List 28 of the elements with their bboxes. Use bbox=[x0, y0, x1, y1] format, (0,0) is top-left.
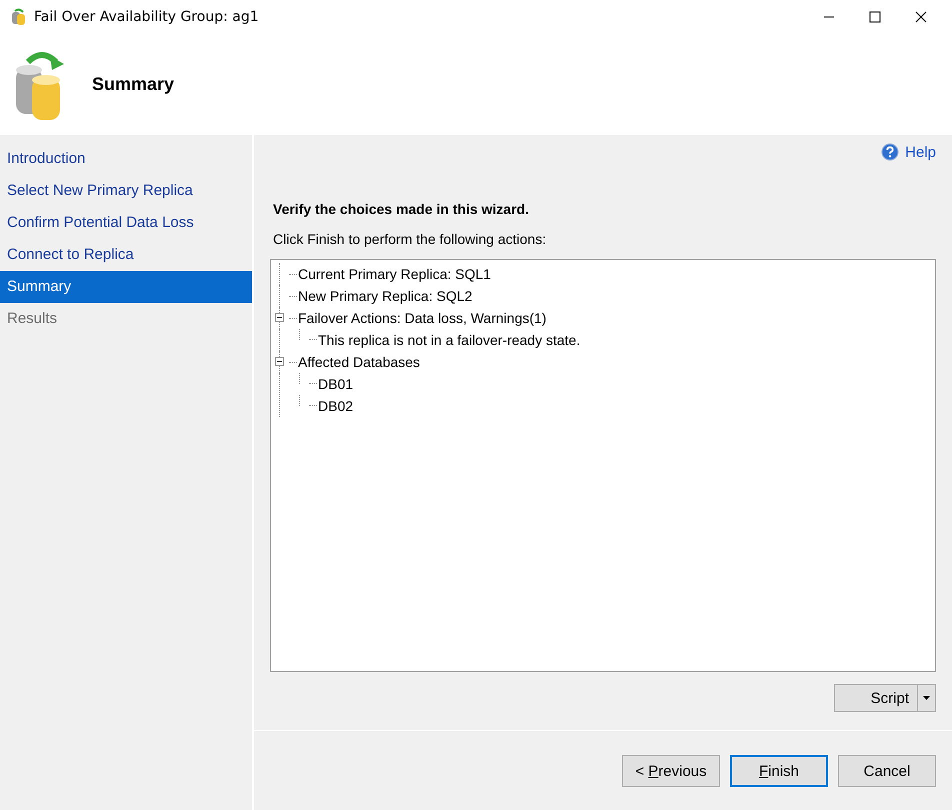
caret-icon bbox=[923, 696, 930, 700]
wizard-button[interactable]: Cancel bbox=[838, 755, 936, 787]
sidebar-item[interactable]: Confirm Potential Data Loss bbox=[0, 207, 252, 239]
tree-item[interactable]: DB02 bbox=[317, 398, 354, 414]
expander-icon[interactable] bbox=[275, 357, 284, 366]
sidebar-item[interactable]: Connect to Replica bbox=[0, 239, 252, 271]
sidebar-item[interactable]: Introduction bbox=[0, 143, 252, 175]
database-icon bbox=[10, 8, 28, 26]
section-heading: Verify the choices made in this wizard. bbox=[272, 201, 530, 217]
help-icon bbox=[881, 143, 900, 161]
tree-item[interactable]: Affected Databases bbox=[297, 354, 420, 370]
wizard-button[interactable]: < Previous bbox=[622, 755, 720, 787]
instruction-text: Click Finish to perform the following actions: bbox=[272, 231, 548, 247]
window-title: Fail Over Availability Group: ag1 bbox=[34, 9, 259, 25]
script-button[interactable]: Script bbox=[834, 684, 936, 712]
maximize-icon[interactable] bbox=[869, 11, 881, 23]
help-link[interactable]: Help bbox=[881, 143, 936, 161]
tree-item[interactable]: This replica is not in a failover-ready state. bbox=[317, 332, 580, 348]
tree-item[interactable]: Failover Actions: Data loss, Warnings(1) bbox=[297, 310, 546, 326]
close-icon[interactable] bbox=[915, 11, 927, 23]
page-title: Summary bbox=[92, 74, 174, 95]
sidebar-item[interactable]: Summary bbox=[0, 271, 252, 303]
tree-item[interactable]: Current Primary Replica: SQL1 bbox=[297, 266, 491, 282]
wizard-button[interactable]: Finish bbox=[730, 755, 828, 787]
tree-item[interactable]: DB01 bbox=[317, 376, 354, 392]
sidebar-item[interactable]: Select New Primary Replica bbox=[0, 175, 252, 207]
tree-item[interactable]: New Primary Replica: SQL2 bbox=[297, 288, 472, 304]
expander-icon[interactable] bbox=[275, 313, 284, 322]
